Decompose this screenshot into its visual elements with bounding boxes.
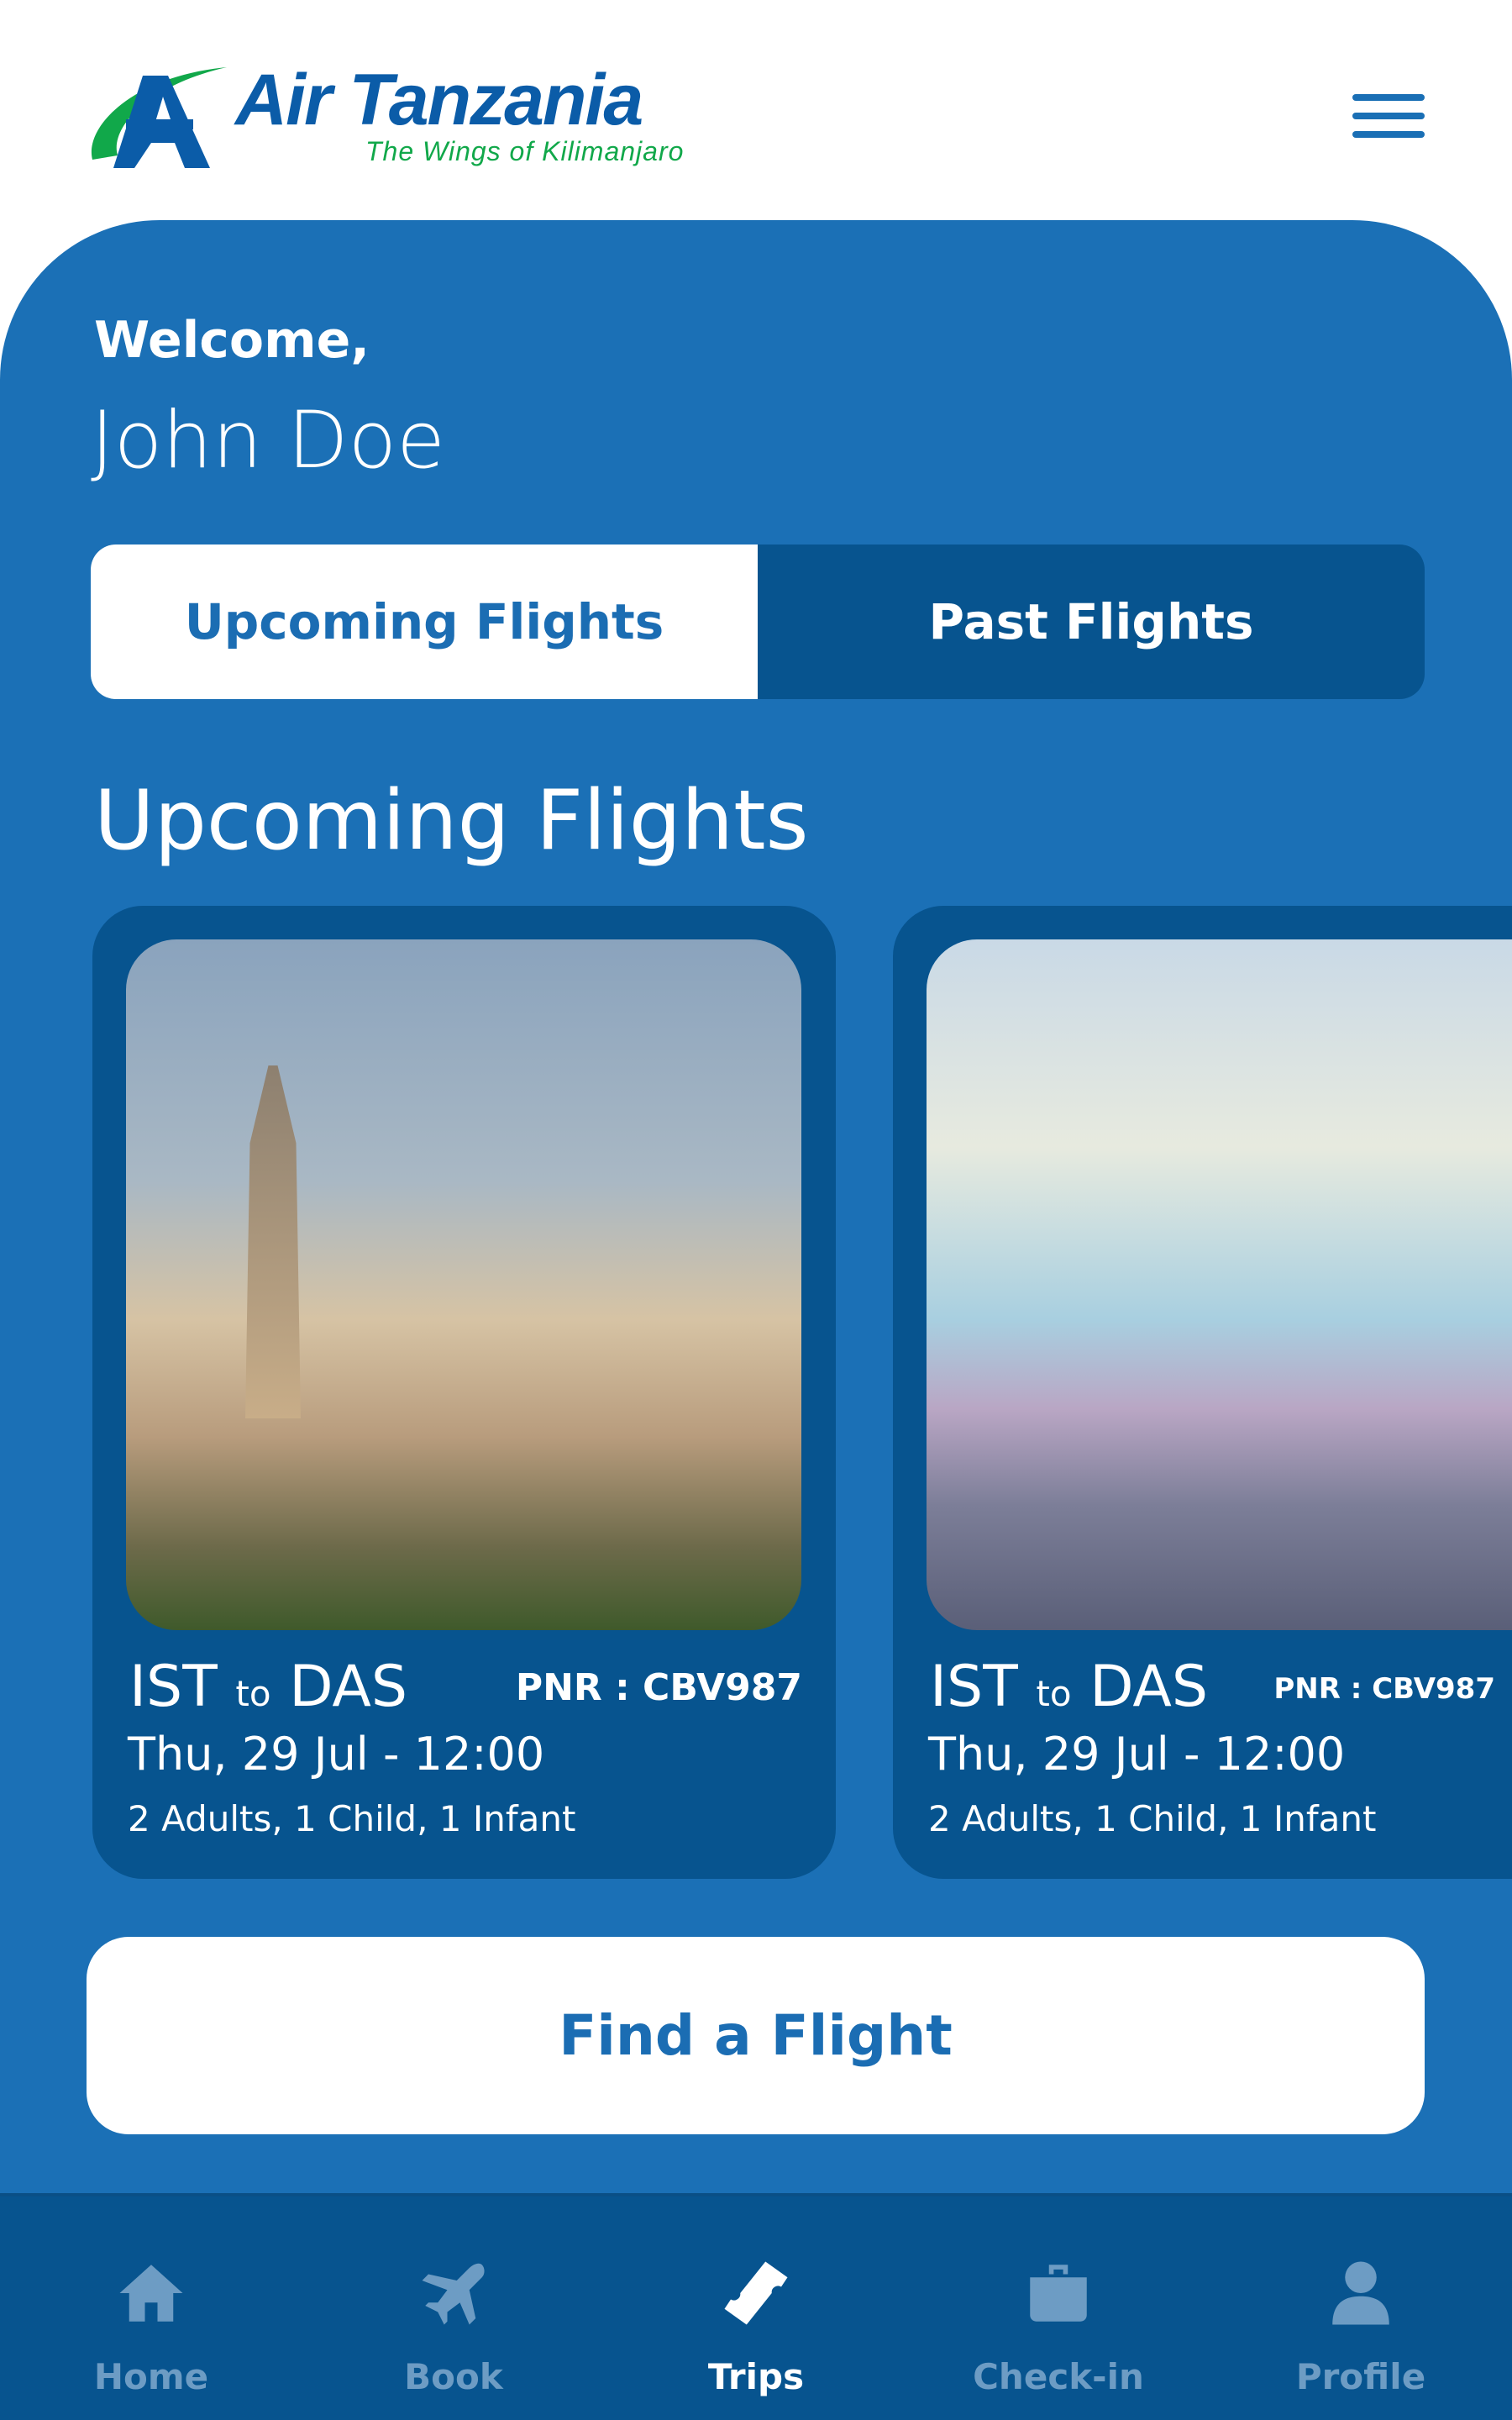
- flights-tabs: Upcoming Flights Past Flights: [91, 544, 1425, 699]
- nav-check-in[interactable]: Check-in: [907, 2196, 1210, 2420]
- destination-image: [927, 939, 1512, 1630]
- nav-home[interactable]: Home: [0, 2196, 302, 2420]
- passenger-count: 2 Adults, 1 Child, 1 Infant: [128, 1798, 576, 1839]
- flight-route: IST to DAS: [129, 1654, 408, 1720]
- header: Air Tanzania The Wings of Kilimanjaro: [0, 0, 1512, 220]
- tab-past-flights[interactable]: Past Flights: [758, 544, 1425, 699]
- briefcase-icon: [1030, 2265, 1087, 2322]
- bottom-nav: Home Book Trips Check-in Profile: [0, 2193, 1512, 2420]
- nav-label: Home: [93, 2356, 209, 2397]
- nav-profile[interactable]: Profile: [1210, 2196, 1512, 2420]
- passenger-count: 2 Adults, 1 Child, 1 Infant: [928, 1798, 1377, 1839]
- pnr-code: PNR : CBV987: [1273, 1672, 1495, 1706]
- logo-brand-text: Air Tanzania: [235, 60, 643, 140]
- flight-datetime: Thu, 29 Jul - 12:00: [128, 1728, 545, 1781]
- logo-tagline: The Wings of Kilimanjaro: [365, 136, 685, 166]
- user-name: John Doe: [91, 395, 445, 487]
- home-icon: [119, 2265, 183, 2322]
- flight-card[interactable]: IST to DAS PNR : CBV987 Thu, 29 Jul - 12…: [893, 906, 1512, 1879]
- nav-label: Trips: [707, 2356, 805, 2397]
- logo-mark-icon: [91, 67, 227, 168]
- nav-trips[interactable]: Trips: [605, 2196, 907, 2420]
- nav-label: Check-in: [973, 2356, 1144, 2397]
- flight-datetime: Thu, 29 Jul - 12:00: [928, 1728, 1346, 1781]
- user-icon: [1332, 2261, 1389, 2325]
- hamburger-menu-icon[interactable]: [1352, 94, 1425, 148]
- welcome-greeting: Welcome,: [94, 311, 370, 370]
- ticket-icon: [724, 2261, 788, 2325]
- section-title: Upcoming Flights: [94, 773, 809, 869]
- flight-card[interactable]: IST to DAS PNR : CBV987 Thu, 29 Jul - 12…: [92, 906, 836, 1879]
- destination-image: [126, 939, 801, 1630]
- airplane-icon: [422, 2263, 485, 2325]
- nav-label: Book: [404, 2356, 503, 2397]
- nav-label: Profile: [1295, 2356, 1426, 2397]
- nav-book[interactable]: Book: [302, 2196, 605, 2420]
- tab-upcoming-flights[interactable]: Upcoming Flights: [91, 544, 758, 699]
- find-flight-button[interactable]: Find a Flight: [87, 1937, 1425, 2134]
- pnr-code: PNR : CBV987: [515, 1666, 802, 1709]
- air-tanzania-logo[interactable]: Air Tanzania The Wings of Kilimanjaro: [84, 59, 689, 176]
- flight-route: IST to DAS: [930, 1654, 1209, 1720]
